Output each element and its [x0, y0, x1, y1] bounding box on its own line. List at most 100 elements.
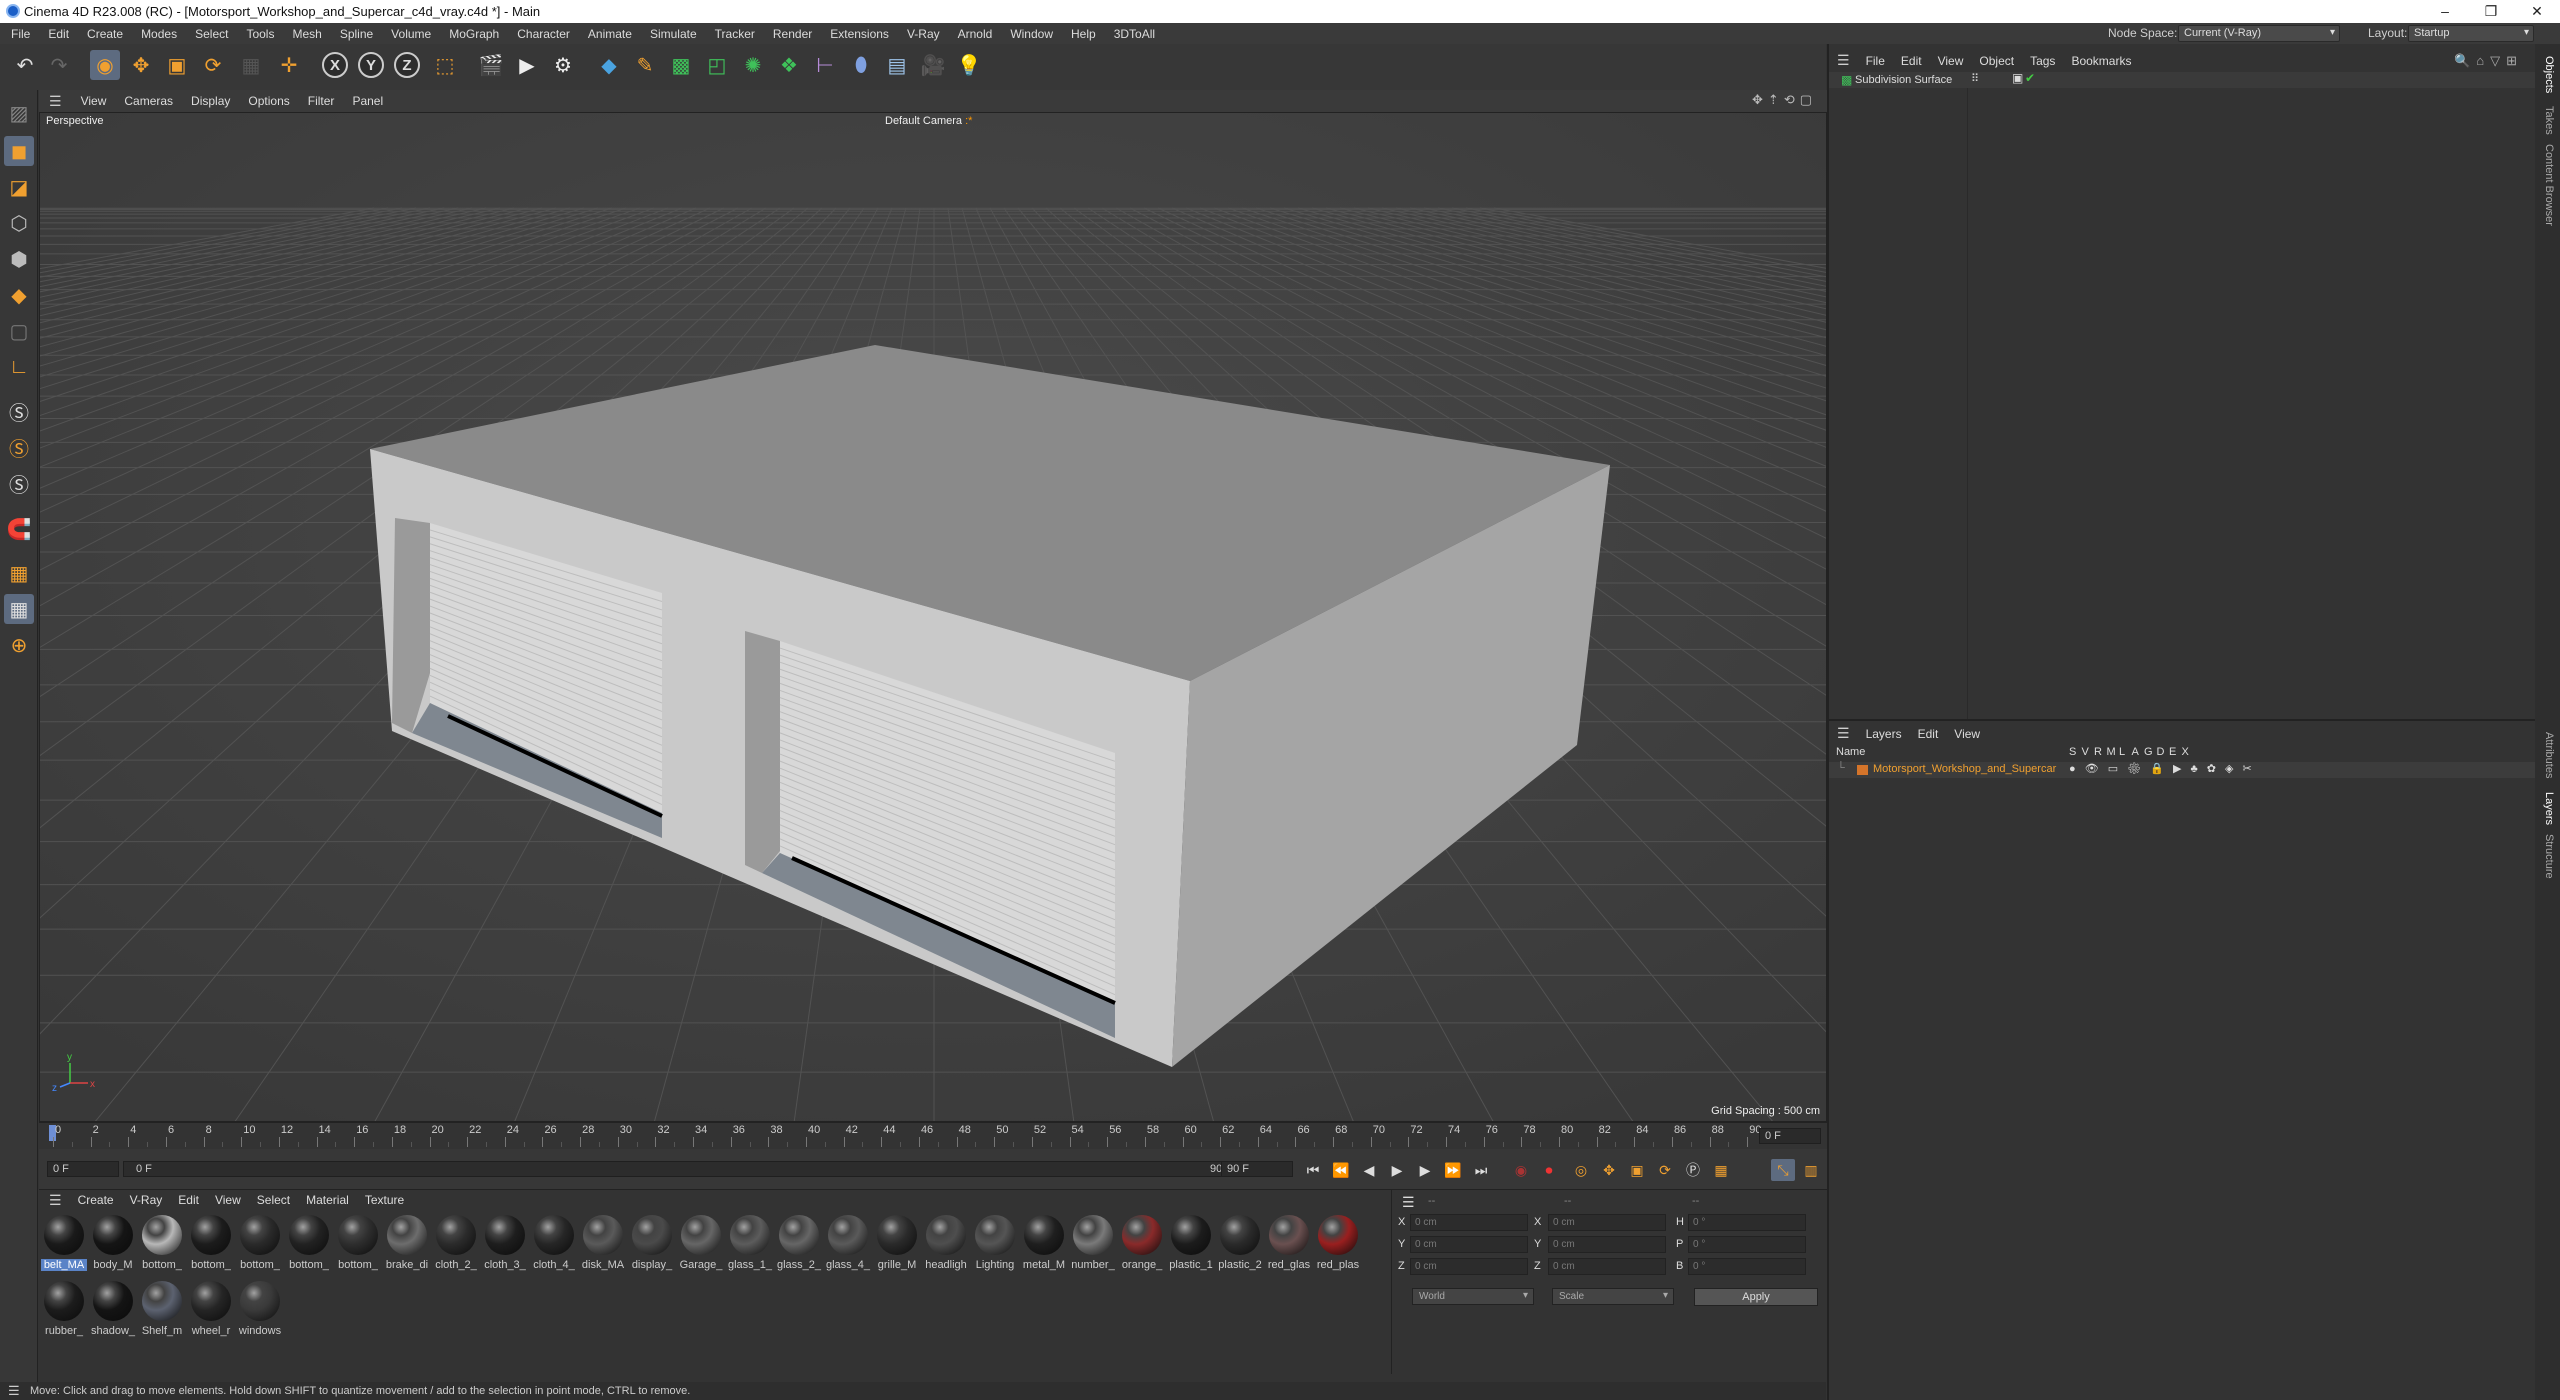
size-field[interactable]: 0 cm — [1548, 1258, 1666, 1275]
menu-window[interactable]: Window — [1001, 27, 1062, 41]
texture-mode-icon[interactable]: ◪ — [4, 172, 34, 202]
material-swatch[interactable]: wheel_r — [188, 1278, 234, 1337]
edges-mode-icon[interactable]: ⬢ — [4, 244, 34, 274]
motion-system-icon[interactable]: ▥ — [1799, 1159, 1823, 1181]
material-menu-create[interactable]: Create — [70, 1193, 122, 1207]
current-frame-field[interactable]: 0 F — [1759, 1128, 1821, 1144]
undo-icon[interactable]: ↶ — [10, 50, 40, 80]
minimize-button[interactable]: – — [2422, 0, 2468, 23]
material-swatch[interactable]: metal_M — [1021, 1212, 1067, 1271]
next-frame-icon[interactable]: ▶ — [1413, 1159, 1437, 1181]
node-space-dropdown[interactable]: Current (V-Ray) — [2178, 25, 2340, 42]
tab-content-browser[interactable]: Content Browser — [2543, 144, 2555, 226]
material-swatch[interactable]: bottom_ — [335, 1212, 381, 1271]
material-swatch[interactable]: glass_2_ — [776, 1212, 822, 1271]
menu-extensions[interactable]: Extensions — [821, 27, 898, 41]
material-swatch[interactable]: disk_MA — [580, 1212, 626, 1271]
apply-button[interactable]: Apply — [1694, 1288, 1818, 1306]
rotation-key-icon[interactable]: ⟳ — [1653, 1159, 1677, 1181]
tab-attributes[interactable]: Attributes — [2543, 732, 2555, 778]
tab-layers[interactable]: Layers — [2543, 792, 2555, 825]
material-swatch[interactable]: bottom_ — [237, 1212, 283, 1271]
uv-mode-icon[interactable]: ▢ — [4, 316, 34, 346]
viewport-menu-panel[interactable]: Panel — [343, 94, 392, 108]
camera-icon[interactable]: 🎥 — [918, 50, 948, 80]
rotate-tool-icon[interactable]: ⟳ — [198, 50, 228, 80]
timeline-window-icon[interactable]: ⤡ — [1771, 1159, 1795, 1181]
layout-dropdown[interactable]: Startup — [2408, 25, 2534, 42]
menu-create[interactable]: Create — [78, 27, 132, 41]
keyframe-selection-icon[interactable]: ◎ — [1569, 1159, 1593, 1181]
solo-selection-icon[interactable]: Ⓢ — [4, 468, 34, 498]
layer-row[interactable]: └ Motorsport_Workshop_and_Supercar ● 👁 ▭… — [1829, 762, 2535, 778]
previous-frame-icon[interactable]: ◀ — [1357, 1159, 1381, 1181]
material-menu-view[interactable]: View — [207, 1193, 249, 1207]
model-mode-icon[interactable]: ◼ — [4, 136, 34, 166]
material-swatch[interactable]: Shelf_m — [139, 1278, 185, 1337]
material-swatch[interactable]: headligh — [923, 1212, 969, 1271]
dynamics-icon[interactable]: ⊕ — [4, 630, 34, 660]
mograph-cloner-icon[interactable]: ✺ — [738, 50, 768, 80]
previous-key-icon[interactable]: ⏪ — [1329, 1159, 1353, 1181]
material-swatch[interactable]: display_ — [629, 1212, 675, 1271]
x-axis-lock-icon[interactable]: X — [320, 50, 350, 80]
transform-tool-icon[interactable]: ✛ — [274, 50, 304, 80]
material-swatch[interactable]: cloth_2_ — [433, 1212, 479, 1271]
layer-flags-icons[interactable]: ● 👁 ▭ ⚙ 🔒 ▶ ♣ ✿ ◈ ✂ — [2069, 762, 2255, 775]
live-selection-icon[interactable]: ◉ — [90, 50, 120, 80]
layer-panel-menu-icon[interactable]: ☰ — [1829, 725, 1858, 742]
autokeying-icon[interactable]: ⏺ — [1537, 1159, 1561, 1181]
render-view-icon[interactable]: ▶ — [512, 50, 542, 80]
size-mode-dropdown[interactable]: Scale — [1552, 1288, 1674, 1305]
material-swatch[interactable]: belt_MA — [41, 1212, 87, 1271]
rotation-field[interactable]: 0 ° — [1688, 1236, 1806, 1253]
layer-menu-view[interactable]: View — [1946, 727, 1988, 741]
object-menu-object[interactable]: Object — [1971, 54, 2022, 68]
workplane-grid-icon[interactable]: ▦ — [4, 558, 34, 588]
menu-mesh[interactable]: Mesh — [283, 27, 330, 41]
tab-structure[interactable]: Structure — [2543, 834, 2555, 879]
deformer-icon[interactable]: ❖ — [774, 50, 804, 80]
material-menu-texture[interactable]: Texture — [357, 1193, 412, 1207]
coord-panel-menu-icon[interactable]: ☰ — [1402, 1194, 1415, 1211]
snap-magnet-icon[interactable]: 🧲 — [4, 514, 34, 544]
move-tool-icon[interactable]: ✥ — [126, 50, 156, 80]
subdivision-generator-icon[interactable]: ▩ — [666, 50, 696, 80]
material-swatch[interactable]: red_plas — [1315, 1212, 1361, 1271]
menu-spline[interactable]: Spline — [331, 27, 382, 41]
viewport-menu-display[interactable]: Display — [182, 94, 239, 108]
cube-primitive-icon[interactable]: ◆ — [594, 50, 624, 80]
pen-spline-icon[interactable]: ✎ — [630, 50, 660, 80]
menu-modes[interactable]: Modes — [132, 27, 186, 41]
menu-arnold[interactable]: Arnold — [949, 27, 1002, 41]
scale-tool-icon[interactable]: ▣ — [162, 50, 192, 80]
menu-character[interactable]: Character — [508, 27, 579, 41]
record-active-objects-icon[interactable]: ◉ — [1509, 1159, 1533, 1181]
grid-snap-icon[interactable]: ▦ — [4, 594, 34, 624]
viewport-menu-options[interactable]: Options — [239, 94, 298, 108]
menu-render[interactable]: Render — [764, 27, 821, 41]
menu-tools[interactable]: Tools — [237, 27, 283, 41]
material-swatch[interactable]: orange_ — [1119, 1212, 1165, 1271]
make-editable-icon[interactable]: ▨ — [4, 98, 34, 128]
viewport-panel-menu-icon[interactable]: ☰ — [39, 93, 72, 110]
menu-3dtoall[interactable]: 3DToAll — [1105, 27, 1164, 41]
field-icon[interactable]: ⊢ — [810, 50, 840, 80]
floor-icon[interactable]: ▤ — [882, 50, 912, 80]
material-swatch[interactable]: glass_1_ — [727, 1212, 773, 1271]
solo-icon[interactable]: Ⓢ — [4, 396, 34, 426]
editor-toggle-icon[interactable]: ▣ — [2012, 71, 2023, 85]
play-icon[interactable]: ▶ — [1385, 1159, 1409, 1181]
material-menu-edit[interactable]: Edit — [170, 1193, 207, 1207]
end-frame-field[interactable]: 90 F — [1221, 1161, 1293, 1177]
object-menu-edit[interactable]: Edit — [1893, 54, 1930, 68]
last-tool-icon[interactable]: ▦ — [236, 50, 266, 80]
menu-select[interactable]: Select — [186, 27, 237, 41]
close-button[interactable]: ✕ — [2514, 0, 2560, 23]
menu-tracker[interactable]: Tracker — [706, 27, 764, 41]
coordinate-system-icon[interactable]: ⬚ — [430, 50, 460, 80]
material-panel-menu-icon[interactable]: ☰ — [39, 1192, 70, 1209]
viewport-menu-view[interactable]: View — [72, 94, 116, 108]
material-swatch[interactable]: plastic_1 — [1168, 1212, 1214, 1271]
position-key-icon[interactable]: ✥ — [1597, 1159, 1621, 1181]
